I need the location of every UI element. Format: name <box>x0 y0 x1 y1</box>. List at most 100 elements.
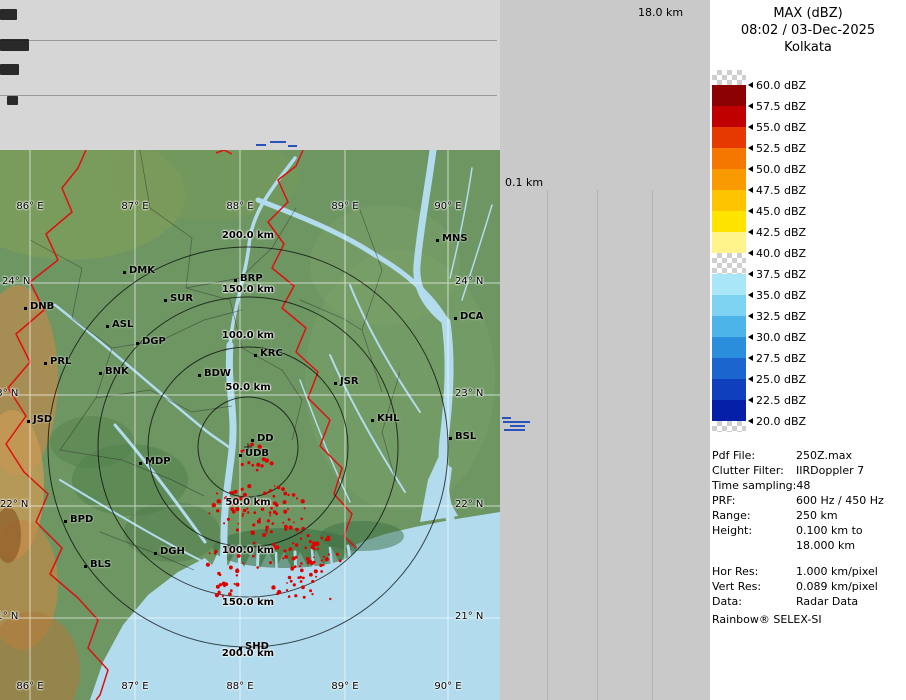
scale-label-text: 25.0 dBZ <box>756 373 806 386</box>
longitude-label: 88° E <box>226 681 253 692</box>
station-marker-dot <box>198 374 201 377</box>
colorbar-cell <box>712 316 746 337</box>
scale-label: 42.5 dBZ <box>748 226 806 238</box>
station-label: BRP <box>240 273 263 284</box>
info-label: Time sampling: <box>712 478 796 493</box>
station-marker-dot <box>254 354 257 357</box>
axis-mark <box>0 39 29 51</box>
station-label: ASL <box>112 319 133 330</box>
colorbar-cell <box>712 421 746 432</box>
colorbar-cell <box>712 379 746 400</box>
info-label: Data: <box>712 594 796 609</box>
info-row: Vert Res:0.089 km/pixel <box>712 579 904 594</box>
station-label: UDB <box>245 448 269 459</box>
side-height-projection-panel: 18.0 km 0.1 km <box>500 0 710 700</box>
echo-projection-mark <box>503 421 530 423</box>
station-marker-dot <box>64 520 67 523</box>
scale-arrow-icon <box>748 82 753 88</box>
projection-grid-line <box>652 190 653 700</box>
colorbar-cell <box>712 274 746 295</box>
station-label: DMK <box>129 265 155 276</box>
echo-projection-mark <box>270 141 286 143</box>
info-label: Height: <box>712 523 796 538</box>
station-marker-dot <box>251 439 254 442</box>
station-marker-dot <box>449 437 452 440</box>
info-label <box>712 538 796 553</box>
longitude-label: 90° E <box>434 201 461 212</box>
height-axis-min-label: 0.1 km <box>505 176 543 189</box>
colorbar-cell <box>712 253 746 274</box>
scale-label: 30.0 dBZ <box>748 331 806 343</box>
scale-arrow-icon <box>748 250 753 256</box>
colorbar-cell <box>712 232 746 253</box>
latitude-label: 21° N <box>0 611 18 622</box>
scale-label-text: 37.5 dBZ <box>756 268 806 281</box>
colorbar-cell <box>712 358 746 379</box>
radar-map-panel: 86° E86° E87° E87° E88° E88° E89° E89° E… <box>0 150 500 700</box>
station-marker-dot <box>239 454 242 457</box>
station-label: DNB <box>30 301 54 312</box>
station-label: KRC <box>260 348 283 359</box>
station-marker-dot <box>84 565 87 568</box>
product-info-block: Pdf File:250Z.maxClutter Filter:IIRDoppl… <box>712 448 904 609</box>
range-ring-label: 100.0 km <box>222 545 274 556</box>
scale-arrow-icon <box>748 208 753 214</box>
station-marker-dot <box>239 647 242 650</box>
info-value: 600 Hz / 450 Hz <box>796 493 884 508</box>
colorbar-cell <box>712 169 746 190</box>
info-value: 250 km <box>796 508 838 523</box>
station-label: PRL <box>50 356 71 367</box>
scale-label-text: 57.5 dBZ <box>756 100 806 113</box>
scale-arrow-icon <box>748 355 753 361</box>
colorbar-cell <box>712 400 746 421</box>
station-label: DGP <box>142 336 166 347</box>
scale-arrow-icon <box>748 145 753 151</box>
scale-label-text: 50.0 dBZ <box>756 163 806 176</box>
scale-label: 57.5 dBZ <box>748 100 806 112</box>
station-label: KHL <box>377 413 400 424</box>
info-value: 0.089 km/pixel <box>796 579 878 594</box>
scale-arrow-icon <box>748 397 753 403</box>
station-marker-dot <box>99 372 102 375</box>
scale-arrow-icon <box>748 376 753 382</box>
station-marker-dot <box>371 419 374 422</box>
scale-arrow-icon <box>748 166 753 172</box>
scale-arrow-icon <box>748 271 753 277</box>
scale-label: 40.0 dBZ <box>748 247 806 259</box>
scale-label-text: 42.5 dBZ <box>756 226 806 239</box>
scale-label-text: 27.5 dBZ <box>756 352 806 365</box>
info-label: PRF: <box>712 493 796 508</box>
range-ring-label: 200.0 km <box>222 230 274 241</box>
longitude-label: 89° E <box>331 681 358 692</box>
latitude-label: 22° N <box>455 499 483 510</box>
scale-label: 25.0 dBZ <box>748 373 806 385</box>
longitude-label: 90° E <box>434 681 461 692</box>
latitude-label: 23° N <box>0 388 18 399</box>
longitude-label: 86° E <box>16 681 43 692</box>
range-ring-label: 150.0 km <box>222 597 274 608</box>
height-axis-max-label: 18.0 km <box>638 6 683 19</box>
range-ring-label: 50.0 km <box>225 382 270 393</box>
station-label: DGH <box>160 546 185 557</box>
station-label: BNK <box>105 366 129 377</box>
colorbar-cell <box>712 85 746 106</box>
info-value: IIRDoppler 7 <box>796 463 864 478</box>
info-value: 18.000 km <box>796 538 855 553</box>
scale-label: 60.0 dBZ <box>748 79 806 91</box>
scale-label-text: 52.5 dBZ <box>756 142 806 155</box>
station-marker-dot <box>44 362 47 365</box>
projection-grid-line <box>0 95 497 96</box>
info-label: Vert Res: <box>712 579 796 594</box>
station-marker-dot <box>27 420 30 423</box>
scale-arrow-icon <box>748 124 753 130</box>
station-label: JSR <box>340 376 359 387</box>
scale-label-text: 45.0 dBZ <box>756 205 806 218</box>
radar-display-window: 18.0 km 0.1 km <box>0 0 906 700</box>
scale-label-text: 47.5 dBZ <box>756 184 806 197</box>
info-row: Data:Radar Data <box>712 594 904 609</box>
product-title: MAX (dBZ) <box>710 6 906 21</box>
echo-projection-mark <box>288 145 297 147</box>
station-label: JSD <box>33 414 52 425</box>
projection-grid-line <box>597 190 598 700</box>
station-label: DD <box>257 433 274 444</box>
